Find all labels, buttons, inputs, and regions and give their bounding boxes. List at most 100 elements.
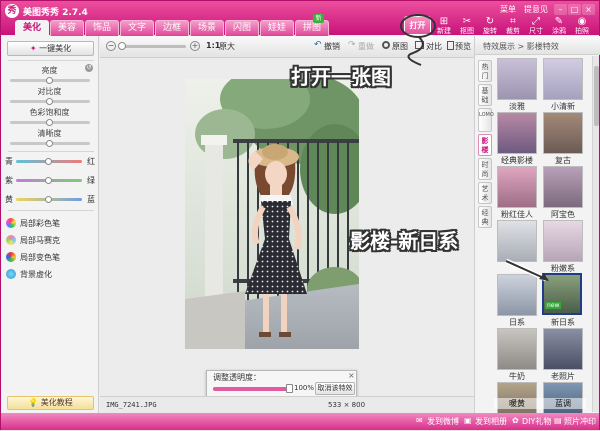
close-icon[interactable]: × <box>582 4 595 15</box>
beautify-tutorial-button[interactable]: 💡 美化教程 <box>7 396 94 410</box>
opacity-slider-handle[interactable] <box>286 384 293 393</box>
effect-thumb-pink-lady[interactable] <box>497 166 537 208</box>
effect-thumb-light[interactable] <box>497 220 537 262</box>
title-bar: 秀 美图秀秀 2.7.4 菜单 提意见 – □ × 美化 美容 饰品 文字 边框… <box>1 1 599 36</box>
image-dimensions: 533 × 800 <box>328 401 366 409</box>
tab-beauty[interactable]: 美容 <box>50 20 84 36</box>
opacity-slider[interactable] <box>213 387 289 391</box>
saturation-slider-handle[interactable] <box>46 119 53 126</box>
preview-button[interactable]: 预览 <box>455 41 471 52</box>
local-color-pen-tool[interactable]: 局部彩色笔 <box>2 216 97 230</box>
effect-thumb-fresh[interactable] <box>543 58 583 100</box>
tab-studio[interactable]: 影楼 <box>478 134 492 156</box>
resize-button[interactable]: ⤢ 尺寸 <box>525 17 547 36</box>
one-key-beautify-button[interactable]: ✦ 一键美化 <box>7 41 94 56</box>
effect-thumb-retro[interactable] <box>543 112 583 154</box>
zoom-in-icon[interactable]: + <box>190 41 200 51</box>
rotate-icon: ↻ <box>485 16 495 27</box>
minimize-icon[interactable]: – <box>554 4 567 15</box>
camera-button[interactable]: ◉ 拍照 <box>571 17 593 36</box>
original-image-button[interactable]: 原图 <box>392 41 408 52</box>
bulb-icon: 💡 <box>28 398 39 407</box>
new-badge: 新 <box>313 14 324 23</box>
share-album-button[interactable]: 发到相册 <box>475 416 507 427</box>
green-label: 绿 <box>87 176 95 185</box>
menu-link[interactable]: 菜单 <box>500 4 516 15</box>
open-hint-text: 打开一张图 <box>291 65 391 89</box>
local-recolor-tool[interactable]: 局部变色笔 <box>2 250 97 264</box>
effect-thumb-old-photo[interactable] <box>543 328 583 370</box>
original-image-icon <box>382 41 390 49</box>
opacity-value: 100% <box>294 384 315 392</box>
effect-thumb-pink-tender[interactable] <box>543 220 583 262</box>
effect-label-selected: 新日系 <box>551 318 575 327</box>
effects-panel: 特效展示 > 影楼特效 热门 基础 LOMO 影楼 时尚 艺术 经典 淡雅 小清… <box>474 36 600 424</box>
yellow-blue-slider-handle[interactable] <box>45 196 52 203</box>
local-mosaic-tool[interactable]: 局部马赛克 <box>2 233 97 247</box>
app-title: 美图秀秀 2.7.4 <box>23 8 88 18</box>
tab-fashion[interactable]: 时尚 <box>478 158 492 180</box>
open-button[interactable]: 打开 <box>404 16 431 35</box>
effect-thumb-abao[interactable] <box>543 166 583 208</box>
effect-thumb-new-japanese[interactable]: new <box>542 273 582 315</box>
tab-text[interactable]: 文字 <box>120 20 154 36</box>
doodle-button[interactable]: ✎ 涂鸦 <box>548 17 570 36</box>
cyan-red-slider-handle[interactable] <box>45 158 52 165</box>
tab-scene[interactable]: 场景 <box>190 20 224 36</box>
zoom-out-icon[interactable]: − <box>106 41 116 51</box>
tab-accessories[interactable]: 饰品 <box>85 20 119 36</box>
brightness-label: 亮度 <box>41 66 58 75</box>
status-bar: IMG_7241.JPG 533 × 800 <box>100 396 474 413</box>
photo-print-button[interactable]: 照片冲印 <box>564 416 596 427</box>
share-weibo-button[interactable]: 发到微博 <box>427 416 459 427</box>
saturation-label: 色彩饱和度 <box>29 108 70 117</box>
share-bar: ✉ 发到微博 ▣ 发到相册 ✿ DIY礼物 ▤ 照片冲印 <box>1 413 599 430</box>
effects-scrollbar-thumb[interactable] <box>594 66 599 126</box>
reset-icon[interactable]: ↺ <box>85 64 93 72</box>
effect-thumb-milk[interactable] <box>497 328 537 370</box>
tab-beautify[interactable]: 美化 <box>15 20 49 36</box>
effect-thumb-japanese[interactable] <box>497 274 537 316</box>
tab-lomo[interactable]: LOMO <box>478 108 494 132</box>
effects-scrollbar[interactable] <box>592 56 599 412</box>
divider <box>8 210 94 211</box>
effect-thumb-classic-studio[interactable] <box>497 112 537 154</box>
opacity-label: 调整透明度： <box>213 373 261 382</box>
purple-green-slider-handle[interactable] <box>45 177 52 184</box>
brightness-slider-handle[interactable] <box>46 77 53 84</box>
zoom-slider[interactable] <box>120 45 186 48</box>
crop-button[interactable]: ⌗ 裁剪 <box>502 17 524 36</box>
undo-button[interactable]: 撤销 <box>324 41 340 52</box>
tab-collage[interactable]: 拼图 <box>295 20 329 36</box>
tab-frame[interactable]: 边框 <box>155 20 189 36</box>
maximize-icon[interactable]: □ <box>568 4 581 15</box>
effect-label: 淡灵 <box>509 264 525 273</box>
effect-thumb-elegant[interactable] <box>497 58 537 100</box>
tab-popular[interactable]: 热门 <box>478 60 492 82</box>
cutout-button[interactable]: ✂ 抠图 <box>456 17 478 36</box>
diy-gift-button[interactable]: DIY礼物 <box>522 416 551 427</box>
sharpness-slider-handle[interactable] <box>46 140 53 147</box>
yellow-label: 黄 <box>5 195 13 204</box>
effects-breadcrumb: 特效展示 > 影楼特效 <box>475 36 600 55</box>
contrast-slider-handle[interactable] <box>46 98 53 105</box>
opacity-dialog: 调整透明度： × 100% 取消该特效 <box>206 370 357 397</box>
effect-label: 牛奶 <box>509 372 525 381</box>
tab-doll[interactable]: 娃娃 <box>260 20 294 36</box>
redo-button[interactable]: 重做 <box>358 41 374 52</box>
dialog-close-icon[interactable]: × <box>348 371 355 380</box>
divider <box>8 151 94 152</box>
cancel-effect-button[interactable]: 取消该特效 <box>315 382 355 395</box>
tab-basic[interactable]: 基础 <box>478 84 492 106</box>
edited-photo[interactable] <box>185 79 359 349</box>
tab-art[interactable]: 艺术 <box>478 182 492 204</box>
zoom-slider-handle[interactable] <box>118 42 126 50</box>
background-blur-tool[interactable]: 背景虚化 <box>2 267 97 281</box>
new-button[interactable]: ⊞ 新建 <box>433 17 455 36</box>
feedback-link[interactable]: 提意见 <box>524 4 548 15</box>
original-size-button[interactable]: 原大 <box>219 41 235 52</box>
tab-flash[interactable]: 闪图 <box>225 20 259 36</box>
compare-button[interactable]: 对比 <box>426 41 442 52</box>
rotate-button[interactable]: ↻ 旋转 <box>479 16 501 36</box>
tab-classic[interactable]: 经典 <box>478 206 492 228</box>
